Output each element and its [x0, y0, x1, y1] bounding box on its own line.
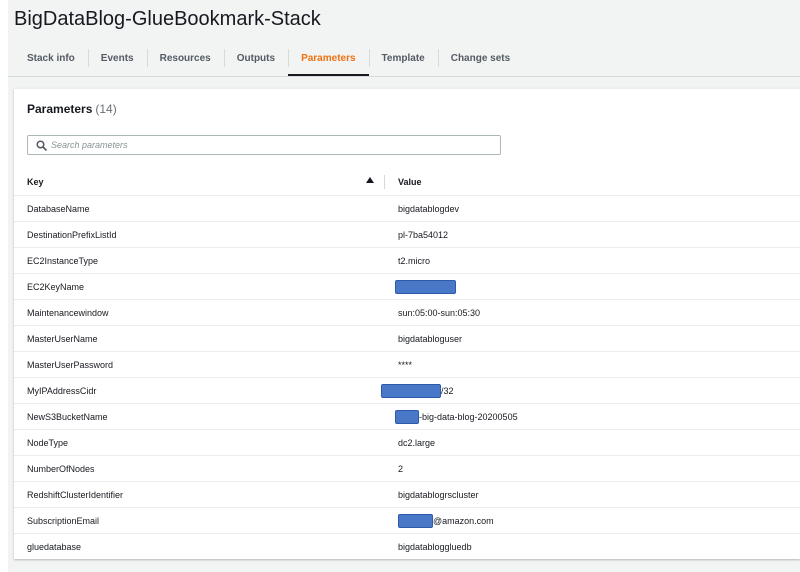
param-key: DestinationPrefixListId: [27, 229, 117, 240]
param-value: sun:05:00-sun:05:30: [398, 307, 481, 318]
param-key: MasterUserPassword: [27, 359, 114, 370]
panel-heading: Parameters (14): [27, 102, 117, 116]
param-key: gluedatabase: [27, 541, 82, 552]
tab-stack-info[interactable]: Stack info: [14, 40, 88, 76]
param-value: bigdatablogdev: [398, 203, 460, 214]
panel-heading-label: Parameters: [27, 102, 93, 116]
param-key: EC2KeyName: [27, 281, 85, 292]
table-row: DatabaseName bigdatablogdev: [14, 196, 800, 222]
param-value: bigdatabloggluedb: [398, 541, 472, 552]
tab-parameters[interactable]: Parameters: [288, 40, 370, 76]
tab-resources[interactable]: Resources: [146, 40, 224, 76]
search-input[interactable]: [51, 140, 491, 150]
param-key: NodeType: [27, 437, 69, 448]
param-value-text: /32: [441, 385, 454, 396]
param-key: MasterUserName: [27, 333, 98, 344]
table-row: SubscriptionEmail @amazon.com: [14, 508, 800, 534]
table-row: NewS3BucketName -big-data-blog-20200505: [14, 404, 800, 430]
column-header-key[interactable]: Key: [27, 169, 372, 195]
param-value: 2: [398, 463, 404, 474]
param-value: /32: [381, 378, 454, 403]
table-row: EC2KeyName: [14, 274, 800, 300]
table-row: MasterUserPassword ****: [14, 352, 800, 378]
param-value: bigdatabloguser: [398, 333, 463, 344]
table-row: Maintenancewindow sun:05:00-sun:05:30: [14, 300, 800, 326]
redacted-block: [398, 513, 433, 528]
column-divider[interactable]: [384, 175, 385, 189]
parameters-table: Key Value DatabaseName bigdatablogdev De…: [14, 169, 800, 559]
tab-template[interactable]: Template: [368, 40, 438, 76]
parameters-panel: Parameters(14) Key Value DatabaseName bi…: [14, 88, 800, 559]
param-value: [395, 274, 456, 299]
table-row: NodeType dc2.large: [14, 430, 800, 456]
param-value: dc2.large: [398, 437, 436, 448]
param-key: Maintenancewindow: [27, 307, 109, 318]
param-key: RedshiftClusterIdentifier: [27, 489, 124, 500]
param-key: DatabaseName: [27, 203, 90, 214]
tab-events[interactable]: Events: [87, 40, 147, 76]
param-key: NumberOfNodes: [27, 463, 95, 474]
param-value: t2.micro: [398, 255, 431, 266]
search-icon: [31, 136, 51, 154]
param-value: ****: [398, 359, 413, 370]
table-row: NumberOfNodes 2: [14, 456, 800, 482]
param-value: -big-data-blog-20200505: [395, 404, 518, 429]
param-key: SubscriptionEmail: [27, 515, 100, 526]
column-header-value: Value: [398, 177, 422, 187]
param-key: EC2InstanceType: [27, 255, 99, 266]
table-row: DestinationPrefixListId pl-7ba54012: [14, 222, 800, 248]
table-row: RedshiftClusterIdentifier bigdatablogrsc…: [14, 482, 800, 508]
param-key: MyIPAddressCidr: [27, 385, 97, 396]
sort-ascending-icon[interactable]: [366, 177, 374, 183]
param-value: @amazon.com: [398, 508, 494, 533]
param-value-text: @amazon.com: [433, 515, 494, 526]
parameter-count: (14): [95, 102, 117, 116]
redacted-block: [381, 383, 441, 398]
tab-change-sets[interactable]: Change sets: [437, 40, 523, 76]
param-key: NewS3BucketName: [27, 411, 108, 422]
page-title: BigDataBlog-GlueBookmark-Stack: [14, 8, 321, 30]
tab-outputs[interactable]: Outputs: [223, 40, 288, 76]
param-value-text: -big-data-blog-20200505: [419, 411, 518, 422]
table-row: EC2InstanceType t2.micro: [14, 248, 800, 274]
table-header: Key Value: [14, 169, 800, 196]
param-value: bigdatablogrscluster: [398, 489, 479, 500]
redacted-block: [395, 409, 419, 424]
table-row: MasterUserName bigdatabloguser: [14, 326, 800, 352]
param-value: pl-7ba54012: [398, 229, 449, 240]
search-box[interactable]: [27, 135, 501, 155]
redacted-block: [395, 279, 456, 294]
table-row: MyIPAddressCidr /32: [14, 378, 800, 404]
tab-bar: Stack info Events Resources Outputs Para…: [14, 40, 523, 76]
table-row: gluedatabase bigdatabloggluedb: [14, 534, 800, 559]
